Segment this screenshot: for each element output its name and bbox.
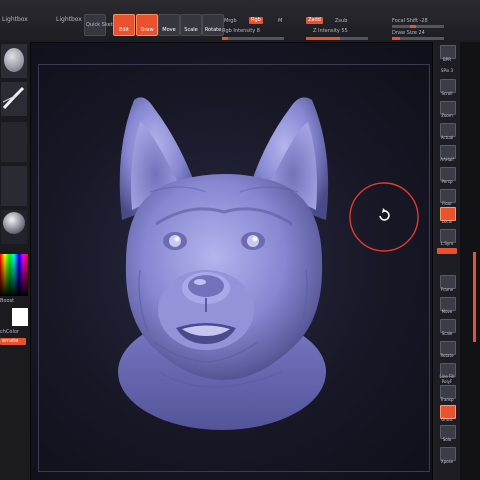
scale-view-button[interactable]: Scale (436, 318, 458, 338)
frame-button[interactable]: Frame (436, 274, 458, 294)
secondary-color-swatch[interactable] (12, 308, 28, 326)
rotate-view-button[interactable]: Rotate (436, 340, 458, 360)
ghost-button[interactable]: Ghost (436, 404, 458, 424)
transp-button[interactable]: Transp (436, 384, 458, 404)
bpr-button[interactable]: BPR (436, 44, 458, 64)
brush-icon (4, 48, 24, 72)
material-sphere-icon (3, 212, 25, 234)
rgb-intensity-label: Rgb Intensity 8 (222, 28, 260, 34)
scroll-button[interactable]: Scroll (436, 78, 458, 98)
mrgb-toggle[interactable]: Mrgb (224, 18, 237, 24)
rotate-icon (379, 210, 390, 221)
lsym-button[interactable]: L.Sym (436, 228, 458, 248)
z-intensity-label: Z Intensity 55 (313, 28, 348, 34)
aahalf-button[interactable]: AAHalf (436, 144, 458, 164)
switch-color-label[interactable]: chColor (0, 329, 19, 335)
left-tray: Boost chColor ernate (0, 42, 31, 480)
palette-scrollbar[interactable] (473, 252, 476, 342)
m-toggle[interactable]: M (278, 18, 282, 24)
scale-label: Scale (184, 27, 198, 33)
color-picker[interactable] (0, 254, 28, 296)
zbrush-window: Lightbox Lightbox Quick Sketch Edit Draw… (0, 0, 480, 480)
tool-palette-edge (460, 42, 480, 480)
draw-button[interactable]: Draw (136, 14, 158, 36)
focal-shift-label: Focal Shift -28 (392, 18, 428, 24)
rgb-toggle[interactable]: Rgb (249, 17, 263, 24)
move-button[interactable]: Move (158, 14, 180, 36)
z-intensity-slider[interactable] (306, 37, 368, 40)
actual-button[interactable]: Actual (436, 122, 458, 142)
draw-label: Draw (140, 27, 154, 33)
zadd-toggle[interactable]: Zadd (306, 17, 323, 24)
lightbox-tab[interactable]: Lightbox (56, 16, 82, 23)
rgb-intensity-slider[interactable] (222, 37, 284, 40)
rotate-cursor (349, 182, 419, 252)
rotate-label: Rotate (204, 27, 222, 33)
stroke-icon (2, 86, 25, 110)
dog-head-sculpt[interactable] (118, 97, 329, 430)
scale-button[interactable]: Scale (180, 14, 202, 36)
draw-size-label: Draw Size 24 (392, 30, 425, 36)
local-button[interactable]: Local (436, 206, 458, 226)
zoom-button[interactable]: Zoom (436, 100, 458, 120)
viewport[interactable] (30, 42, 432, 480)
xpose-button[interactable]: Xpose (436, 446, 458, 466)
material-thumbnail[interactable] (1, 210, 27, 244)
right-shelf: BPR SPix 3 Scroll Zoom Actual AAHalf Per… (432, 42, 461, 480)
texture-thumbnail[interactable] (1, 166, 27, 206)
solo-button[interactable]: Solo (436, 424, 458, 444)
move-label: Move (162, 27, 176, 33)
zsub-toggle[interactable]: Zsub (335, 18, 347, 24)
focal-shift-slider[interactable] (392, 25, 444, 28)
brush-thumbnail[interactable] (1, 44, 27, 78)
polyf-button[interactable]: Line Fill PolyF (436, 362, 458, 384)
top-toolbar: Lightbox Lightbox Quick Sketch Edit Draw… (0, 0, 480, 43)
alternate-toggle[interactable]: ernate (0, 338, 26, 345)
alpha-thumbnail[interactable] (1, 122, 27, 162)
draw-size-slider[interactable] (392, 37, 444, 40)
floor-button[interactable]: Floor (436, 188, 458, 208)
edit-label: Edit (119, 27, 129, 33)
lightbox-label[interactable]: Lightbox (2, 16, 28, 23)
persp-button[interactable]: Persp (436, 166, 458, 186)
move-view-button[interactable]: Move (436, 296, 458, 316)
edit-button[interactable]: Edit (113, 14, 135, 36)
stroke-thumbnail[interactable] (1, 82, 27, 116)
rotate-button[interactable]: Rotate (202, 14, 224, 36)
boost-label[interactable]: Boost (0, 298, 14, 304)
xyz-toggle[interactable] (437, 248, 457, 254)
